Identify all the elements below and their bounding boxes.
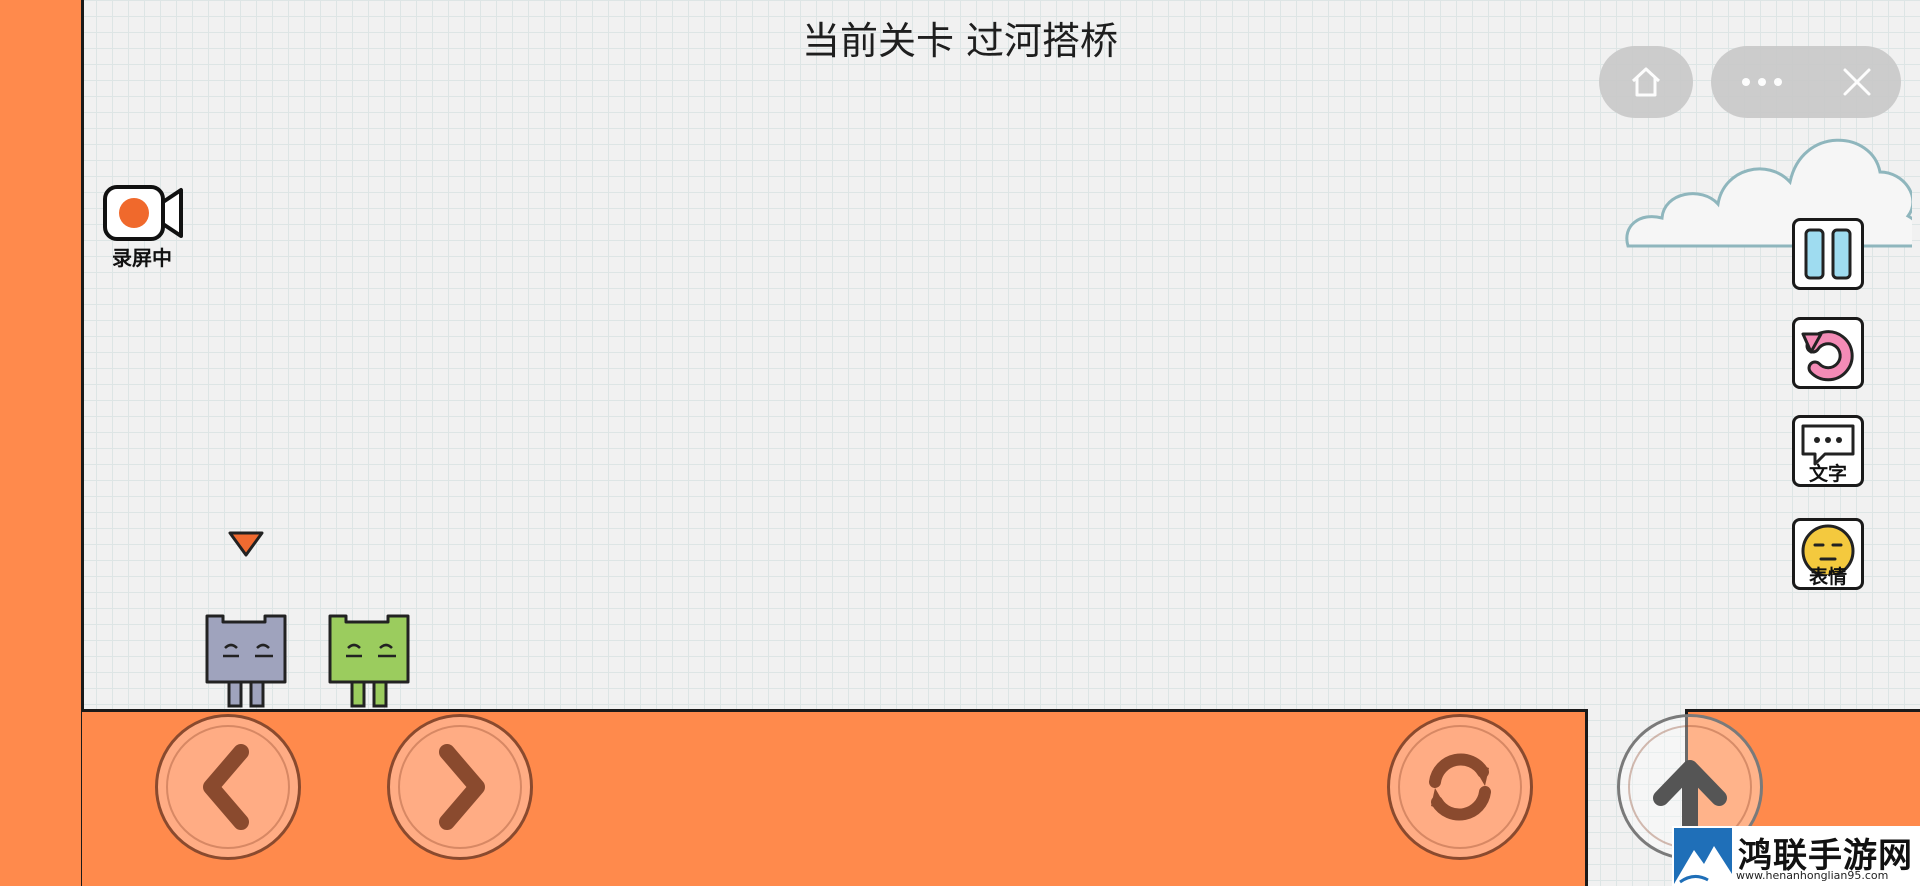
mountain-logo-icon — [1674, 828, 1732, 884]
arrow-left-icon — [203, 744, 249, 830]
text-chat-label: 文字 — [1808, 463, 1847, 485]
arrow-up-icon — [1653, 760, 1727, 832]
left-wall — [0, 0, 84, 886]
player-marker-icon — [228, 531, 264, 557]
restart-icon — [1801, 330, 1854, 382]
recording-label: 录屏中 — [112, 246, 172, 270]
site-watermark: 鸿联手游网 www.henanhonglian95.com — [1672, 826, 1920, 886]
emoji-label: 表情 — [1808, 566, 1847, 588]
close-icon[interactable] — [1841, 66, 1873, 98]
cloud — [1625, 138, 1912, 248]
emoji-button[interactable]: 表情 — [1792, 518, 1864, 590]
text-chat-button[interactable]: 文字 — [1792, 415, 1864, 487]
arrow-right-icon — [439, 744, 485, 830]
gray-cat-character — [205, 614, 287, 708]
pause-button[interactable] — [1792, 218, 1864, 290]
green-cat-character — [328, 614, 410, 708]
mini-program-capsule — [1711, 46, 1901, 118]
home-icon — [1631, 67, 1661, 97]
move-left-button[interactable] — [155, 714, 301, 860]
move-right-button[interactable] — [387, 714, 533, 860]
restart-button[interactable] — [1792, 317, 1864, 389]
camera-record-icon — [103, 185, 183, 241]
pause-icon — [1804, 228, 1852, 280]
swap-icon — [1429, 753, 1491, 821]
more-icon[interactable] — [1740, 76, 1784, 88]
home-button[interactable] — [1599, 46, 1693, 118]
watermark-url: www.henanhonglian95.com — [1736, 869, 1889, 882]
ground-platform — [82, 709, 1588, 886]
swap-character-button[interactable] — [1387, 714, 1533, 860]
